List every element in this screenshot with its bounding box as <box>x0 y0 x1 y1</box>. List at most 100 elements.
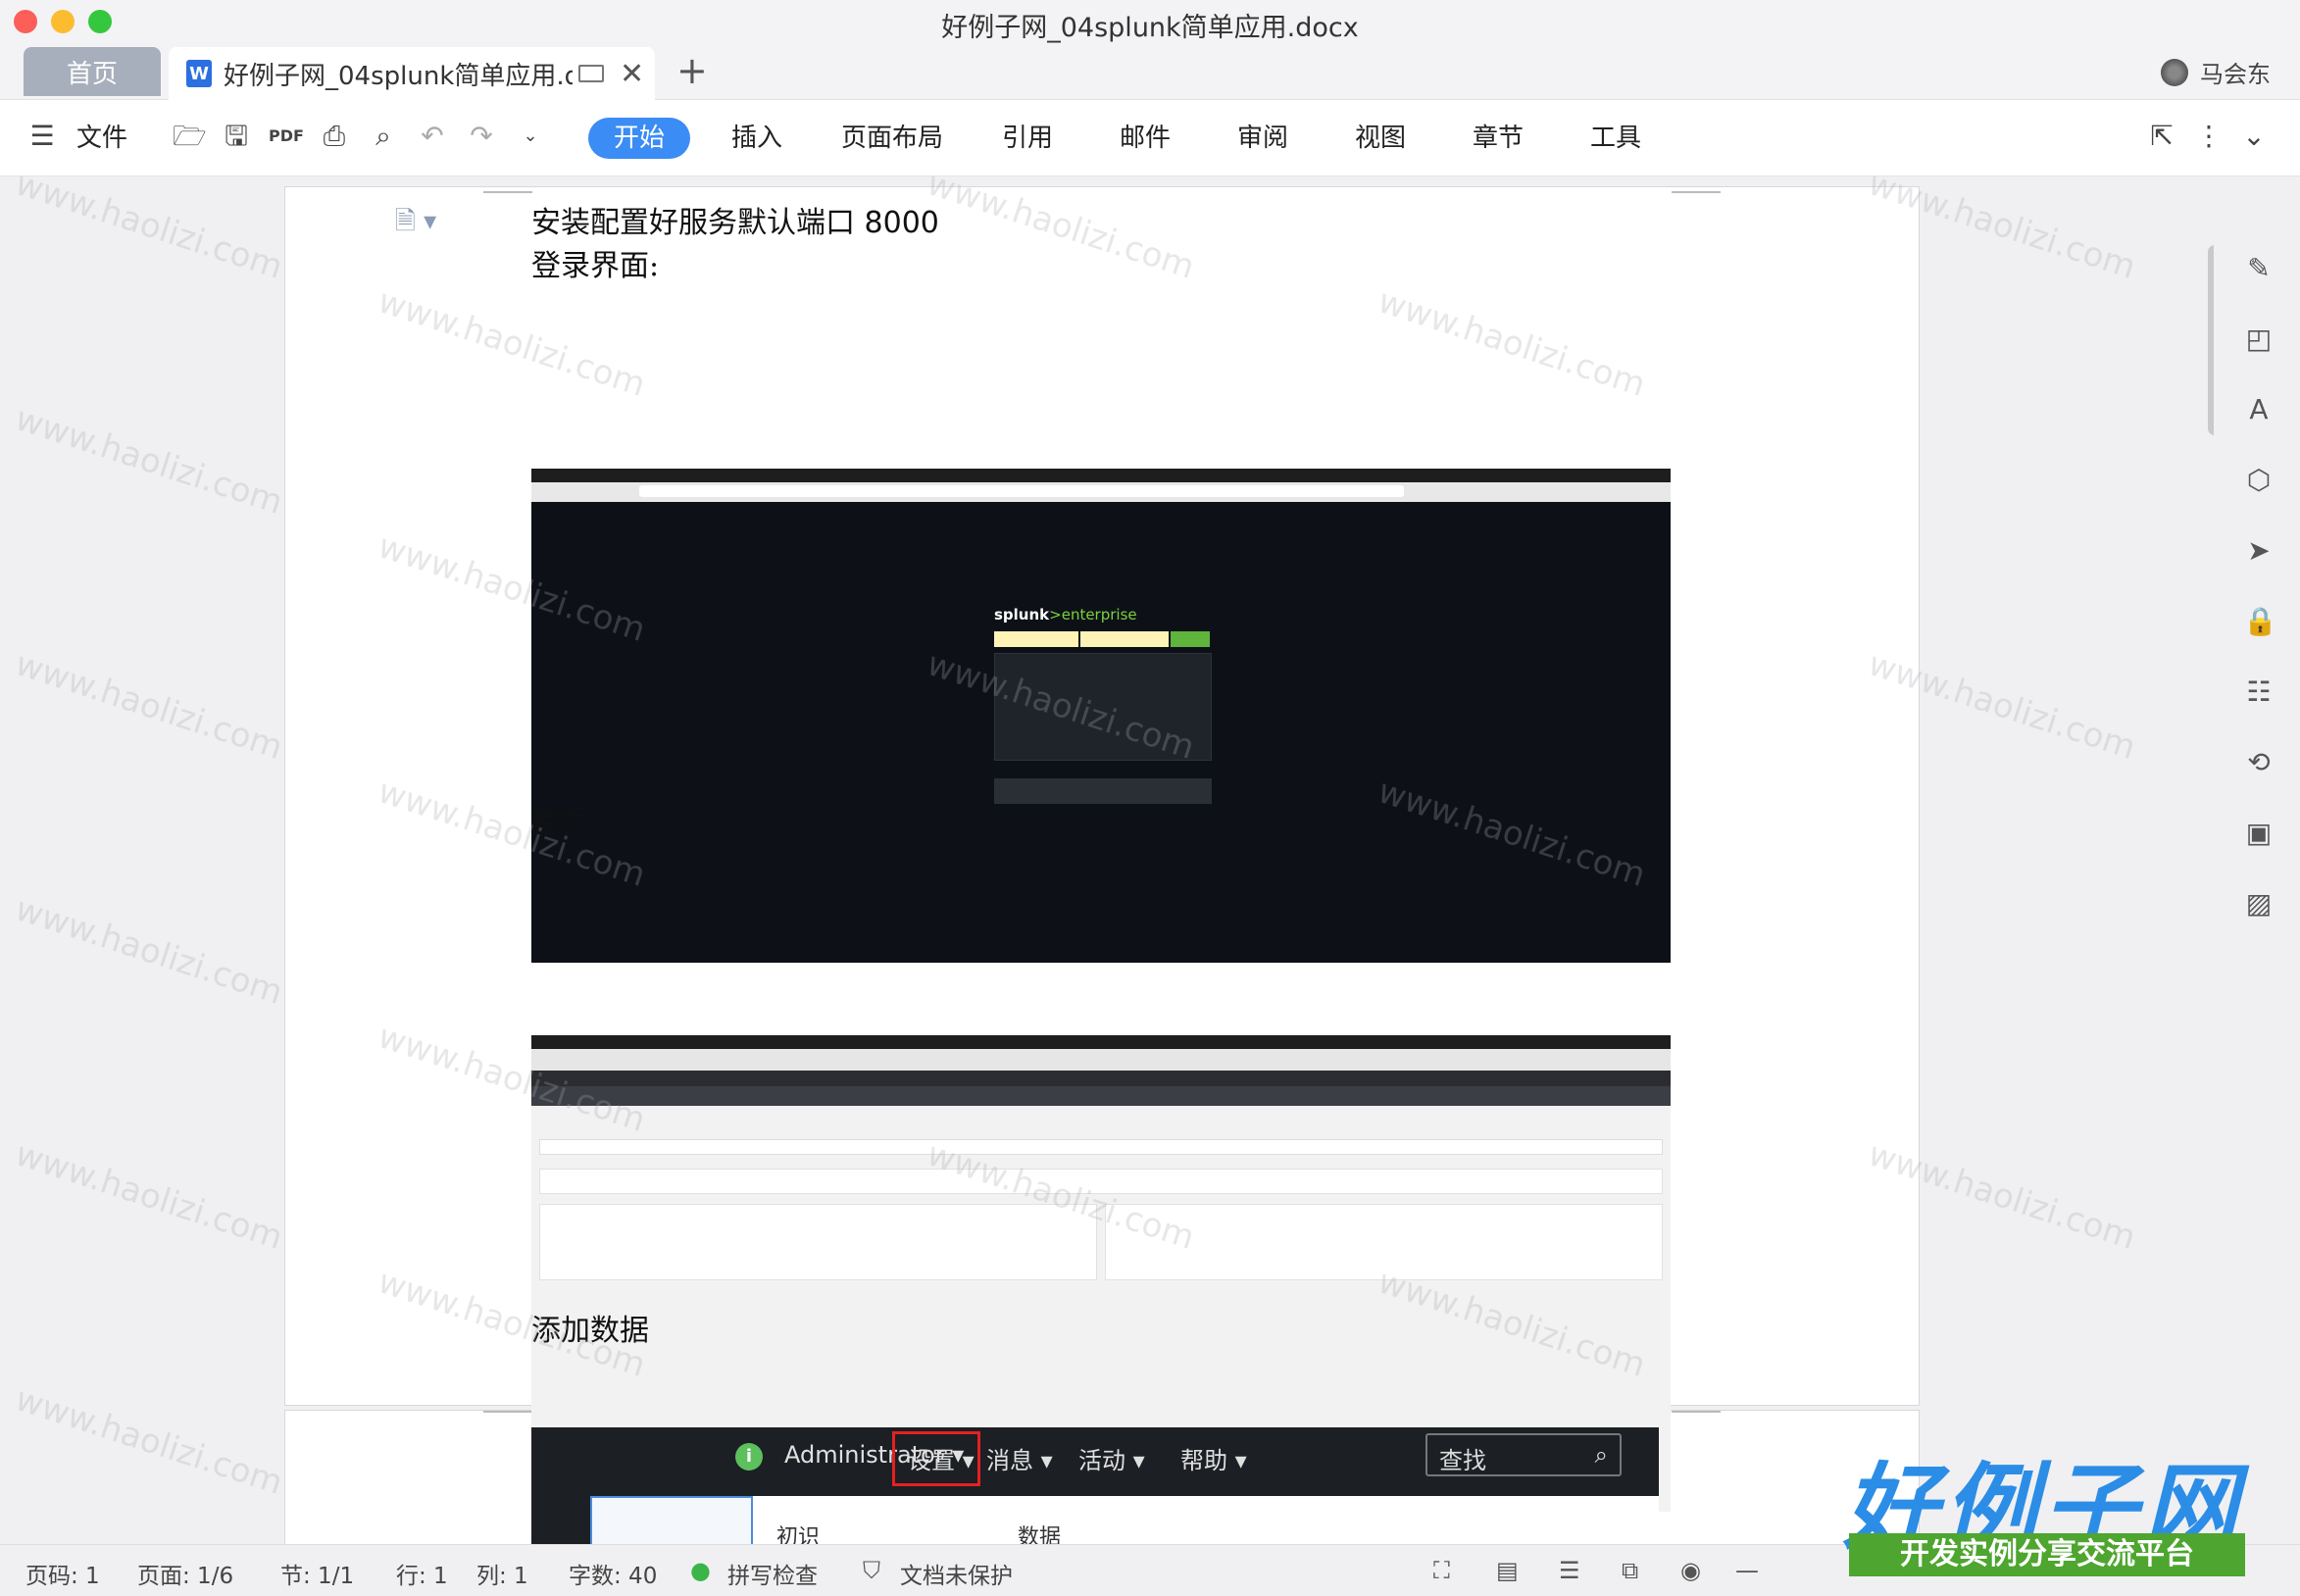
watermark: www.haolizi.com <box>10 1379 288 1503</box>
crop-mark <box>483 191 532 193</box>
watermark: www.haolizi.com <box>10 644 288 768</box>
collapse-ribbon-icon[interactable]: ⌄ <box>2237 120 2271 153</box>
doc-line-home[interactable]: 首页 <box>531 798 590 841</box>
right-sidebar: ✎ ◰ A ⬡ ➤ 🔒 ☷ ⟲ ▣ ▨ <box>2214 176 2300 1544</box>
login-error-message <box>994 778 1212 804</box>
eye-protection-icon[interactable]: ◉ <box>1680 1557 1701 1584</box>
analyze-data-card <box>1105 1204 1663 1280</box>
status-section: 节: 1/1 <box>280 1564 355 1589</box>
cursor-icon[interactable]: ➤ <box>2243 535 2275 567</box>
spell-check-button[interactable]: 拼写检查 <box>727 1557 818 1590</box>
tab-start[interactable]: 开始 <box>588 118 690 159</box>
avatar <box>2161 58 2188 86</box>
tab-view[interactable]: 视图 <box>1355 118 1406 154</box>
quick-access-dropdown-icon[interactable]: ⌄ <box>514 120 547 153</box>
share-icon[interactable]: ⇱ <box>2145 120 2178 153</box>
title-bar: 好例子网_04splunk简单应用.docx <box>0 0 2300 45</box>
new-tab-button[interactable]: + <box>676 49 708 92</box>
crop-mark <box>1672 1411 1721 1413</box>
browser-chrome <box>531 469 1671 502</box>
settings-menu-screenshot: i Administrator ▾ 消息 ▾ 设置 ▾ 活动 ▾ 帮助 ▾ 查找… <box>531 1427 1659 1544</box>
outline-view-icon[interactable]: ☰ <box>1559 1557 1580 1584</box>
tab-insert[interactable]: 插入 <box>731 118 782 154</box>
watermark: www.haolizi.com <box>10 889 288 1013</box>
highlight-box <box>892 1431 980 1486</box>
settings-sliders-icon[interactable]: ☷ <box>2243 676 2275 708</box>
tab-chapter[interactable]: 章节 <box>1473 118 1524 154</box>
web-view-icon[interactable]: ⧉ <box>1622 1557 1638 1584</box>
brand-watermark-logo: 好例子网 开发实例分享交流平台 <box>1843 1431 2255 1578</box>
document-workspace[interactable]: 🗎 ▾ 安装配置好服务默认端口 8000 登录界面: splunk>enterp… <box>0 176 2300 1544</box>
help-menu: 帮助 ▾ <box>1180 1447 1247 1474</box>
status-pages[interactable]: 页面: 1/6 <box>137 1557 233 1590</box>
tab-home[interactable]: 首页 <box>24 47 161 96</box>
user-name: 马会东 <box>2200 61 2271 88</box>
user-account[interactable]: 马会东 <box>2161 55 2271 89</box>
how-to-search-card <box>539 1204 1097 1280</box>
doc-line-add-data[interactable]: 添加数据 <box>531 1306 649 1349</box>
activity-menu: 活动 ▾ <box>1078 1447 1145 1474</box>
tab-references[interactable]: 引用 <box>1002 118 1053 154</box>
shield-icon[interactable]: ⬡ <box>2243 465 2275 496</box>
search-history <box>539 1169 1663 1194</box>
status-row: 行: 1 <box>396 1564 448 1589</box>
tab-document[interactable]: W 好例子网_04splunk简单应用.docx ✕ <box>169 47 655 100</box>
history-icon[interactable]: ⟲ <box>2243 747 2275 778</box>
image-icon[interactable]: ▨ <box>2243 888 2275 920</box>
settings-dropdown-panel: 初识 数据 <box>590 1496 1659 1544</box>
hamburger-menu-icon[interactable]: ☰ <box>25 120 59 153</box>
spell-check-icon[interactable]: ● <box>690 1557 711 1584</box>
crop-mark <box>483 1411 532 1413</box>
contact-card-icon[interactable]: ▣ <box>2243 818 2275 849</box>
doc-line-install[interactable]: 安装配置好服务默认端口 8000 <box>531 198 939 241</box>
close-tab-icon[interactable]: ✕ <box>620 57 644 91</box>
print-icon[interactable]: ⎙ <box>318 120 351 153</box>
word-doc-icon: W <box>186 60 212 87</box>
status-word-count[interactable]: 字数: 40 <box>569 1557 657 1590</box>
protect-shield-icon[interactable]: ⛉ <box>863 1557 880 1584</box>
panel-right-label: 数据 <box>1018 1525 1062 1544</box>
tab-review[interactable]: 审阅 <box>1237 118 1288 154</box>
document-protection-status[interactable]: 文档未保护 <box>900 1557 1013 1590</box>
search-bar <box>539 1139 1663 1155</box>
monitor-icon <box>578 65 604 82</box>
more-options-icon[interactable]: ⋮ <box>2192 120 2225 153</box>
tab-mailings[interactable]: 邮件 <box>1120 118 1171 154</box>
page-view-icon[interactable]: ▤ <box>1496 1557 1519 1584</box>
shapes-icon[interactable]: ◰ <box>2243 324 2275 355</box>
splunk-logo: splunk>enterprise <box>994 606 1137 623</box>
watermark: www.haolizi.com <box>10 1134 288 1258</box>
watermark: www.haolizi.com <box>10 176 288 287</box>
ribbon-toolbar: ☰ 文件 🗁 🖫 PDF ⎙ ⌕ ↶ ↷ ⌄ 开始 插入 页面布局 引用 邮件 … <box>0 100 2300 176</box>
doc-line-login[interactable]: 登录界面: <box>531 241 659 284</box>
search-icon: ⌕ <box>1594 1441 1608 1469</box>
save-icon[interactable]: 🖫 <box>220 120 253 153</box>
print-preview-icon[interactable]: ⌕ <box>367 120 400 153</box>
fit-page-icon[interactable]: ⛶ <box>1433 1557 1450 1584</box>
login-screenshot: splunk>enterprise <box>531 469 1671 963</box>
status-page-number: 页码: 1 <box>25 1564 100 1589</box>
status-column: 列: 1 <box>476 1564 528 1589</box>
find-box: 查找 ⌕ <box>1425 1433 1622 1476</box>
window-title: 好例子网_04splunk简单应用.docx <box>941 13 1359 43</box>
pen-icon[interactable]: ✎ <box>2243 253 2275 284</box>
messages-menu: 消息 ▾ <box>986 1447 1053 1474</box>
lock-icon[interactable]: 🔒 <box>2243 606 2277 637</box>
crop-mark <box>1672 191 1721 193</box>
tab-page-layout[interactable]: 页面布局 <box>841 118 943 154</box>
tab-bar: 首页 W 好例子网_04splunk简单应用.docx ✕ + 马会东 <box>0 45 2300 100</box>
text-style-icon[interactable]: A <box>2243 394 2275 425</box>
open-folder-icon[interactable]: 🗁 <box>173 120 207 153</box>
export-pdf-icon[interactable]: PDF <box>269 120 304 153</box>
file-menu[interactable]: 文件 <box>76 118 127 154</box>
paragraph-style-icon[interactable]: 🗎 ▾ <box>395 203 436 246</box>
undo-icon[interactable]: ↶ <box>416 120 449 153</box>
login-help-panel <box>994 653 1212 761</box>
panel-left-label: 初识 <box>776 1525 821 1544</box>
watermark: www.haolizi.com <box>10 399 288 523</box>
redo-icon[interactable]: ↷ <box>465 120 498 153</box>
brand-subtitle: 开发实例分享交流平台 <box>1849 1533 2245 1576</box>
info-icon: i <box>735 1443 763 1471</box>
zoom-out-icon[interactable]: — <box>1735 1557 1759 1584</box>
tab-tools[interactable]: 工具 <box>1590 118 1641 154</box>
